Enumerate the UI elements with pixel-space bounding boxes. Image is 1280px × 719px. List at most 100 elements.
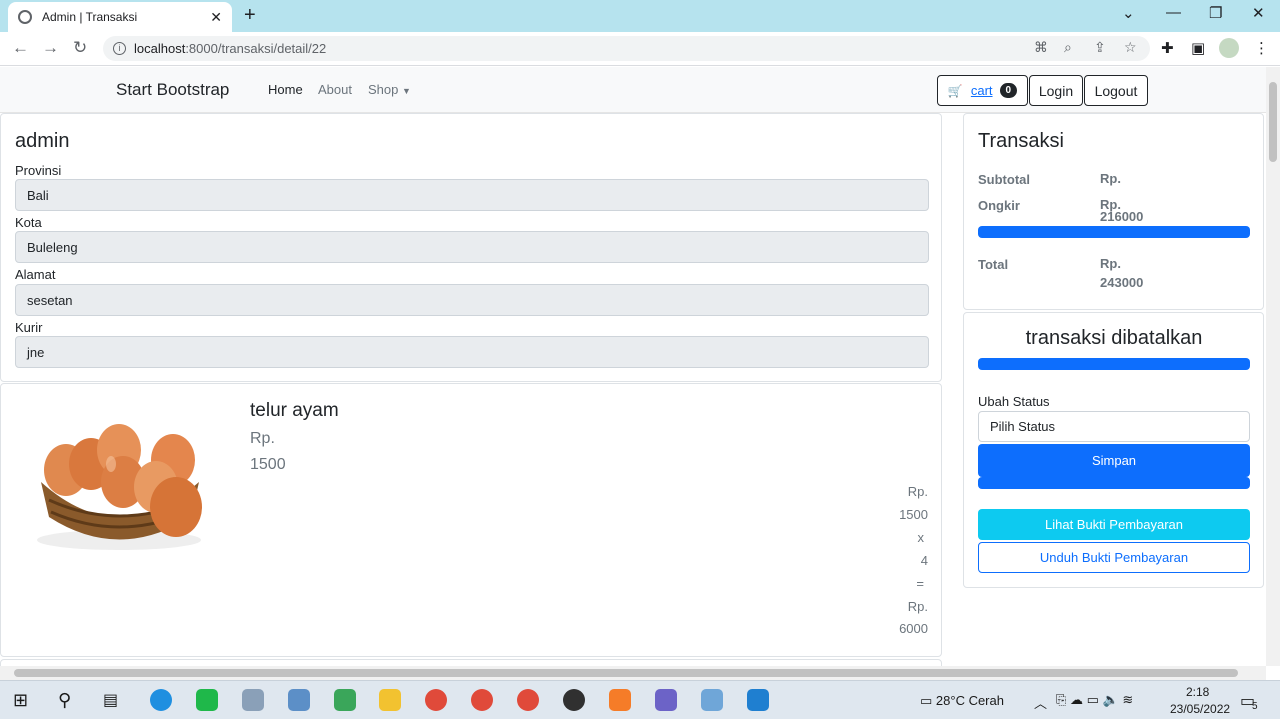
app-icon-4[interactable] [288,689,310,711]
kurir-label: Kurir [15,320,43,335]
obs-icon[interactable] [563,689,585,711]
app-icon-13[interactable] [701,689,723,711]
total-prefix: Rp. [1100,256,1121,271]
side-panel-icon[interactable]: ▣ [1191,39,1205,57]
cart-count-badge: 0 [999,83,1018,98]
kurir-field: jne [15,336,929,368]
address-bar[interactable]: i localhost:8000/transaksi/detail/22 [103,36,1150,61]
customer-card: admin Provinsi Bali Kota Buleleng Alamat… [0,113,942,382]
globe-icon [18,10,32,24]
nav-shop[interactable]: Shop ▼ [368,82,411,97]
weather-text: 28°C Cerah [935,693,1004,708]
egg-basket-image [37,424,202,550]
notification-count: 5 [1252,701,1258,712]
reload-icon[interactable]: ↻ [73,38,87,58]
weather-icon: ▭ [920,693,936,708]
weather-widget[interactable]: ▭ 28°C Cerah [920,693,1004,709]
calc-prefix-2: Rp. [907,599,928,614]
menu-kebab-icon[interactable]: ⋮ [1254,39,1269,57]
browser-toolbar: ← → ↻ i localhost:8000/transaksi/detail/… [0,32,1280,66]
alamat-field: sesetan [15,284,929,316]
edge-icon[interactable] [150,689,172,711]
vertical-scrollbar[interactable] [1266,67,1280,666]
tray-chevron-icon[interactable]: ︿ [1034,693,1047,712]
simpan-button[interactable]: Simpan [978,444,1250,477]
zoom-icon[interactable]: ⌕ [1064,39,1072,56]
app-icon-12[interactable] [655,689,677,711]
back-icon[interactable]: ← [12,38,29,58]
chrome-icon-3[interactable] [517,689,539,711]
restore-icon[interactable]: ❐ [1209,4,1222,22]
app-icon-3[interactable] [242,689,264,711]
new-tab-icon[interactable]: + [244,4,256,27]
close-window-icon[interactable]: ✕ [1252,4,1265,22]
tray-icons[interactable]: ⎘ ☁ ▭ 🔈 ≋ [1056,692,1133,708]
nav-about[interactable]: About [318,82,352,97]
calc-price: 1500 [899,507,928,522]
subtotal-prefix: Rp. [1100,171,1121,186]
search-icon[interactable]: ⚲ [58,690,71,711]
cart-button[interactable]: 🛒 cart 0 [937,75,1028,106]
chrome-icon-2[interactable] [471,689,493,711]
forward-icon[interactable]: → [42,38,59,58]
lihat-bukti-button[interactable]: Lihat Bukti Pembayaran [978,509,1250,540]
calc-equals: = [916,576,924,591]
simpan-bar [978,477,1250,489]
product-card: telur ayam Rp. 1500 Rp. 1500 x 4 = Rp. 6… [0,383,942,657]
task-view-icon[interactable]: ▤ [103,690,118,710]
translate-icon[interactable]: ⌘ [1034,39,1048,56]
clock-time[interactable]: 2:18 [1186,685,1209,699]
provinsi-label: Provinsi [15,163,62,178]
profile-avatar[interactable] [1219,38,1239,58]
vertical-scroll-thumb[interactable] [1269,82,1277,162]
line-icon[interactable] [196,689,218,711]
site-navbar: Start Bootstrap Home About Shop ▼ 🛒 cart… [0,67,1266,113]
navbar-brand[interactable]: Start Bootstrap [116,80,229,100]
url-host: localhost [134,41,186,56]
browser-tab[interactable]: Admin | Transaksi ✕ [8,2,232,32]
calc-qty: 4 [920,553,928,568]
kota-field: Buleleng [15,231,929,263]
nav-shop-label: Shop [368,82,399,97]
horizontal-scroll-thumb[interactable] [14,669,1238,677]
status-select-value: Pilih Status [990,419,1056,434]
caret-down-icon: ▼ [402,86,411,96]
extensions-icon[interactable]: ✚ [1161,39,1174,57]
transaksi-progress-bar [978,226,1250,238]
vscode-icon[interactable] [747,689,769,711]
unduh-bukti-button[interactable]: Unduh Bukti Pembayaran [978,542,1250,573]
logout-button[interactable]: Logout [1084,75,1148,106]
cart-icon: 🛒 [947,83,963,98]
ongkir-label: Ongkir [978,198,1020,213]
status-select[interactable]: Pilih Status [978,411,1250,442]
close-tab-icon[interactable]: ✕ [210,9,222,26]
calc-times: x [917,530,925,545]
transaksi-card: Transaksi Subtotal Rp. Ongkir Rp. 216000… [963,113,1264,310]
tab-search-icon[interactable]: ⌄ [1122,4,1135,22]
chrome-icon[interactable] [425,689,447,711]
login-button[interactable]: Login [1029,75,1083,106]
url-path: :8000/transaksi/detail/22 [185,41,327,56]
calc-prefix-1: Rp. [907,484,928,499]
app-icon-5[interactable] [334,689,356,711]
alamat-label: Alamat [15,267,56,282]
total-label: Total [978,257,1009,272]
minimize-icon[interactable]: — [1166,4,1181,21]
subtotal-label: Subtotal [978,172,1030,187]
browser-tabstrip: Admin | Transaksi ✕ + ⌄ — ❐ ✕ [0,0,1280,32]
product-price-prefix: Rp. [250,430,275,447]
site-info-icon[interactable]: i [113,42,126,55]
bookmark-star-icon[interactable]: ☆ [1124,39,1137,56]
provinsi-field: Bali [15,179,929,211]
clock-date[interactable]: 23/05/2022 [1170,702,1230,716]
horizontal-scrollbar[interactable] [0,666,1266,680]
nav-home[interactable]: Home [268,82,303,97]
web-page: Start Bootstrap Home About Shop ▼ 🛒 cart… [0,67,1266,666]
xampp-icon[interactable] [609,689,631,711]
share-icon[interactable]: ⇪ [1094,39,1106,56]
status-progress-bar [978,358,1250,370]
file-explorer-icon[interactable] [379,689,401,711]
product-price: 1500 [250,456,286,473]
windows-start-icon[interactable]: ⊞ [13,690,28,711]
tab-title: Admin | Transaksi [42,10,138,24]
